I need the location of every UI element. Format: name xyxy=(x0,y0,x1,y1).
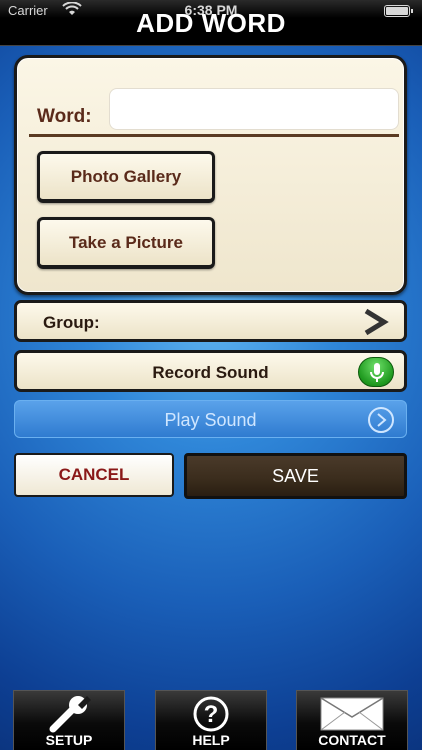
cancel-button[interactable]: CANCEL xyxy=(14,453,174,497)
divider xyxy=(29,134,399,137)
record-sound-button[interactable]: Record Sound xyxy=(14,350,407,392)
word-card: Word: Photo Gallery Take a Picture xyxy=(14,55,407,295)
play-arrow-icon xyxy=(368,407,394,433)
wrench-icon xyxy=(49,696,91,733)
save-button[interactable]: SAVE xyxy=(184,453,407,499)
title-bar: Carrier 6:38 PM ADD WORD xyxy=(0,0,422,46)
tab-help-label: HELP xyxy=(192,732,230,748)
photo-gallery-button[interactable]: Photo Gallery xyxy=(37,151,215,203)
chevron-right-icon xyxy=(364,308,389,336)
tab-setup-label: SETUP xyxy=(45,732,93,748)
take-picture-label: Take a Picture xyxy=(68,232,184,252)
microphone-icon xyxy=(358,357,394,387)
record-sound-label: Record Sound xyxy=(152,363,269,382)
envelope-icon xyxy=(320,697,384,731)
tab-setup[interactable]: SETUP xyxy=(13,690,125,750)
photo-gallery-label: Photo Gallery xyxy=(70,166,182,186)
group-label: Group: xyxy=(43,313,100,332)
cancel-label: CANCEL xyxy=(58,465,130,484)
word-input[interactable] xyxy=(109,88,399,130)
tab-contact-label: CONTACT xyxy=(318,732,386,748)
tab-help[interactable]: ? HELP xyxy=(155,690,267,750)
word-label: Word: xyxy=(37,106,92,127)
take-picture-button[interactable]: Take a Picture xyxy=(37,217,215,269)
group-selector[interactable]: Group: xyxy=(14,300,407,342)
save-label: SAVE xyxy=(272,465,319,486)
play-sound-label: Play Sound xyxy=(164,410,257,430)
page-title: ADD WORD xyxy=(136,8,286,38)
play-sound-button[interactable]: Play Sound xyxy=(14,400,407,438)
question-icon: ? xyxy=(193,696,229,732)
svg-text:?: ? xyxy=(204,701,219,728)
tab-contact[interactable]: CONTACT xyxy=(296,690,408,750)
